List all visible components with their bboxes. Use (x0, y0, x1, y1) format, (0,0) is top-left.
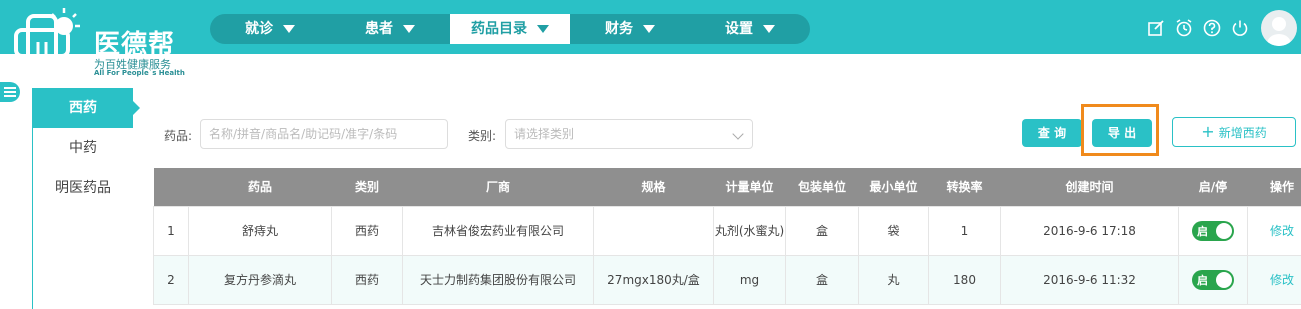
column-header-created: 创建时间 (1000, 168, 1179, 206)
column-header-index (153, 168, 189, 206)
cell-status: 启 (1178, 205, 1248, 256)
caret-down-icon (283, 25, 295, 33)
brand-slogan-en: All For People`s Health (94, 69, 185, 77)
column-header-spec: 规格 (593, 168, 714, 206)
cell-pack-unit: 盒 (785, 205, 859, 256)
cell-min-unit: 丸 (858, 254, 929, 305)
cell-category: 西药 (331, 254, 403, 305)
cell-pack-unit: 盒 (785, 254, 859, 305)
sidebar-item-mingyi-drugs[interactable]: 明医药品 (33, 168, 133, 208)
top-header: 医德帮 为百姓健康服务 All For People`s Health 就诊 患… (0, 0, 1301, 88)
drug-search-input[interactable]: 名称/拼音/商品名/助记码/准字/条码 (200, 119, 448, 149)
caret-down-icon (763, 25, 775, 33)
edit-link[interactable]: 修改 (1270, 273, 1294, 287)
column-header-category: 类别 (331, 168, 403, 206)
cell-spec (593, 205, 714, 256)
column-header-ratio: 转换率 (928, 168, 1001, 206)
cell-measure-unit: mg (713, 254, 786, 305)
drug-table: 药品 类别 厂商 规格 计量单位 包装单位 最小单位 转换率 创建时间 启/停 … (153, 168, 1301, 305)
column-header-status: 启/停 (1178, 168, 1248, 206)
category-sidebar: 西药 中药 明医药品 (33, 88, 140, 208)
nav-label: 药品目录 (471, 21, 527, 37)
cell-created: 2016-9-6 11:32 (1000, 254, 1179, 305)
toggle-knob (1216, 271, 1232, 288)
cell-index: 1 (153, 205, 189, 256)
help-icon[interactable] (1201, 17, 1223, 39)
header-tools (1145, 8, 1297, 48)
add-western-drug-button[interactable]: + 新增西药 (1172, 117, 1296, 147)
user-avatar[interactable] (1261, 10, 1297, 46)
logo[interactable]: 医德帮 为百姓健康服务 All For People`s Health (14, 6, 185, 82)
cell-drug: 复方丹参滴丸 (188, 254, 332, 305)
edit-icon[interactable] (1145, 17, 1167, 39)
power-icon[interactable] (1229, 17, 1251, 39)
cell-action: 修改 (1247, 254, 1301, 305)
column-header-action: 操作 (1247, 168, 1301, 206)
nav-label: 就诊 (245, 21, 273, 37)
nav-settings[interactable]: 设置 (690, 14, 810, 44)
cell-ratio: 1 (928, 205, 1001, 256)
nav-label: 患者 (365, 21, 393, 37)
add-button-label: 新增西药 (1218, 126, 1267, 140)
menu-icon (4, 87, 16, 97)
column-header-drug: 药品 (188, 168, 332, 206)
query-button[interactable]: 查 询 (1022, 119, 1082, 147)
chevron-down-icon (732, 128, 744, 140)
category-select-placeholder: 请选择类别 (514, 127, 575, 141)
column-header-measure-unit: 计量单位 (713, 168, 786, 206)
table-row: 1 舒痔丸 西药 吉林省俊宏药业有限公司 丸剂(水蜜丸) 盒 袋 1 2016-… (153, 205, 1301, 256)
main-nav: 就诊 患者 药品目录 财务 设置 (210, 14, 810, 44)
caret-down-icon (537, 25, 549, 33)
menu-toggle[interactable] (0, 82, 20, 102)
status-toggle-label: 启 (1197, 273, 1208, 287)
table-row: 2 复方丹参滴丸 西药 天士力制药集团股份有限公司 27mgx180丸/盒 mg… (153, 254, 1301, 305)
nav-patient[interactable]: 患者 (330, 14, 450, 44)
category-filter-label: 类别: (468, 129, 497, 143)
cell-index: 2 (153, 254, 189, 305)
cell-spec: 27mgx180丸/盒 (593, 254, 714, 305)
edit-link[interactable]: 修改 (1270, 224, 1294, 238)
cell-created: 2016-9-6 17:18 (1000, 205, 1179, 256)
column-header-pack-unit: 包装单位 (785, 168, 859, 206)
drug-filter-label: 药品: (164, 129, 193, 143)
sidebar-item-western-medicine[interactable]: 西药 (33, 88, 140, 128)
toggle-knob (1216, 222, 1232, 239)
export-highlight-box (1081, 104, 1159, 156)
status-toggle-label: 启 (1197, 224, 1208, 238)
cell-drug: 舒痔丸 (188, 205, 332, 256)
cell-min-unit: 袋 (858, 205, 929, 256)
cell-maker: 天士力制药集团股份有限公司 (402, 254, 594, 305)
user-silhouette-icon (1267, 17, 1291, 46)
table-header-row: 药品 类别 厂商 规格 计量单位 包装单位 最小单位 转换率 创建时间 启/停 … (153, 168, 1301, 206)
cell-status: 启 (1178, 254, 1248, 305)
column-header-maker: 厂商 (402, 168, 594, 206)
drug-search-placeholder: 名称/拼音/商品名/助记码/准字/条码 (209, 127, 398, 141)
caret-down-icon (643, 25, 655, 33)
cell-category: 西药 (331, 205, 403, 256)
cell-ratio: 180 (928, 254, 1001, 305)
nav-label: 财务 (605, 21, 633, 37)
cell-action: 修改 (1247, 205, 1301, 256)
column-header-min-unit: 最小单位 (858, 168, 929, 206)
nav-label: 设置 (725, 21, 753, 37)
category-select[interactable]: 请选择类别 (505, 119, 753, 149)
logo-mark-icon (14, 8, 80, 76)
caret-down-icon (403, 25, 415, 33)
nav-visit[interactable]: 就诊 (210, 14, 330, 44)
nav-drug-catalog[interactable]: 药品目录 (450, 14, 570, 44)
status-toggle[interactable]: 启 (1192, 269, 1234, 290)
alarm-icon[interactable] (1173, 17, 1195, 39)
status-toggle[interactable]: 启 (1192, 220, 1234, 241)
sidebar-item-chinese-medicine[interactable]: 中药 (33, 128, 133, 168)
cell-measure-unit: 丸剂(水蜜丸) (713, 205, 786, 256)
cell-maker: 吉林省俊宏药业有限公司 (402, 205, 594, 256)
plus-icon: + (1201, 122, 1215, 141)
nav-finance[interactable]: 财务 (570, 14, 690, 44)
